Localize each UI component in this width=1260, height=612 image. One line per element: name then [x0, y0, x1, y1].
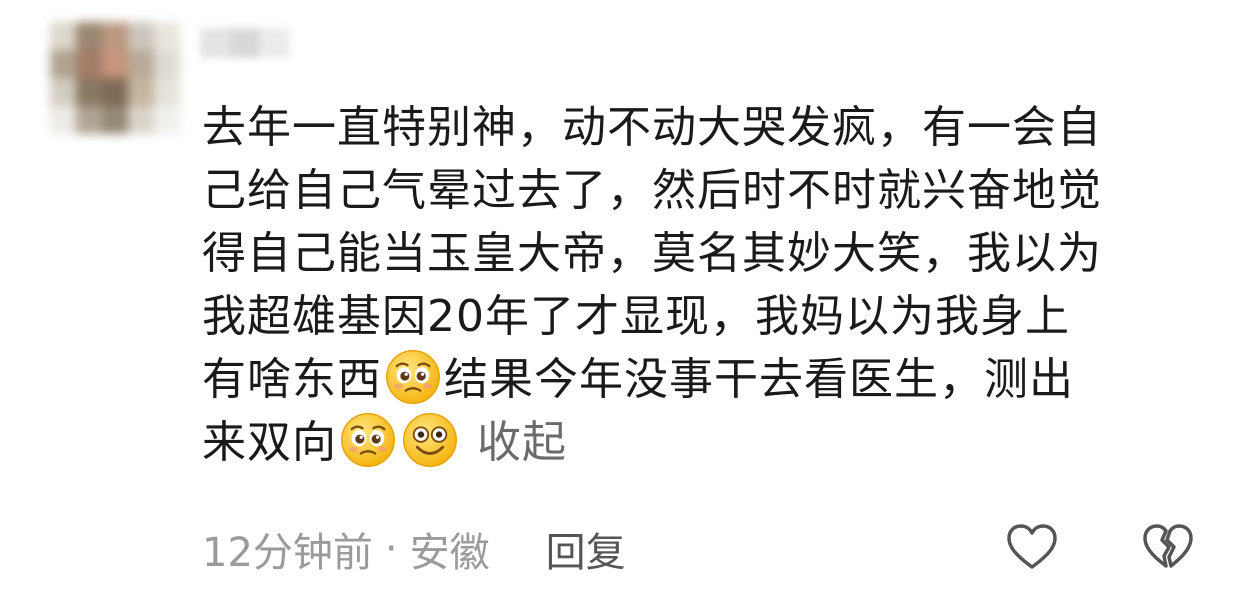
heart-outline-icon[interactable]	[1004, 520, 1060, 576]
comment-line: 己给自己气晕过去了，然后时不时就兴奋地觉	[202, 165, 1102, 216]
location: 安徽	[409, 530, 490, 576]
comment-text: 来双向	[202, 417, 337, 468]
comment-text: 有啥东西	[202, 354, 382, 405]
comment-text: 结果今年没事干去看医生，测出	[444, 354, 1074, 405]
pleading-face-emoji	[386, 350, 440, 404]
collapse-link[interactable]: 收起	[477, 417, 567, 468]
username[interactable]	[200, 28, 290, 58]
avatar[interactable]	[50, 22, 180, 134]
comment-line: 得自己能当玉皇大帝，莫名其妙大笑，我以为	[202, 228, 1102, 279]
timestamp: 12分钟前	[202, 530, 373, 576]
comment-line: 去年一直特别神，动不动大哭发疯，有一会自	[202, 102, 1102, 153]
comment-line: 有啥东西 结果今年没事干去看医生，测出	[202, 348, 1212, 411]
reply-button[interactable]: 回复	[546, 520, 626, 578]
comment-meta: 12分钟前 · 安徽 回复	[202, 520, 626, 578]
comment-line: 来双向 收起	[202, 411, 1212, 474]
broken-heart-outline-icon[interactable]	[1140, 520, 1196, 576]
pleading-face-emoji	[341, 413, 395, 467]
comment-line: 我超雄基因20年了才显现，我妈以为我身上	[202, 291, 1070, 342]
wide-eyed-smile-emoji	[403, 413, 457, 467]
meta-separator: ·	[384, 526, 398, 572]
comment-body: 去年一直特别神，动不动大哭发疯，有一会自 己给自己气晕过去了，然后时不时就兴奋地…	[202, 96, 1212, 474]
